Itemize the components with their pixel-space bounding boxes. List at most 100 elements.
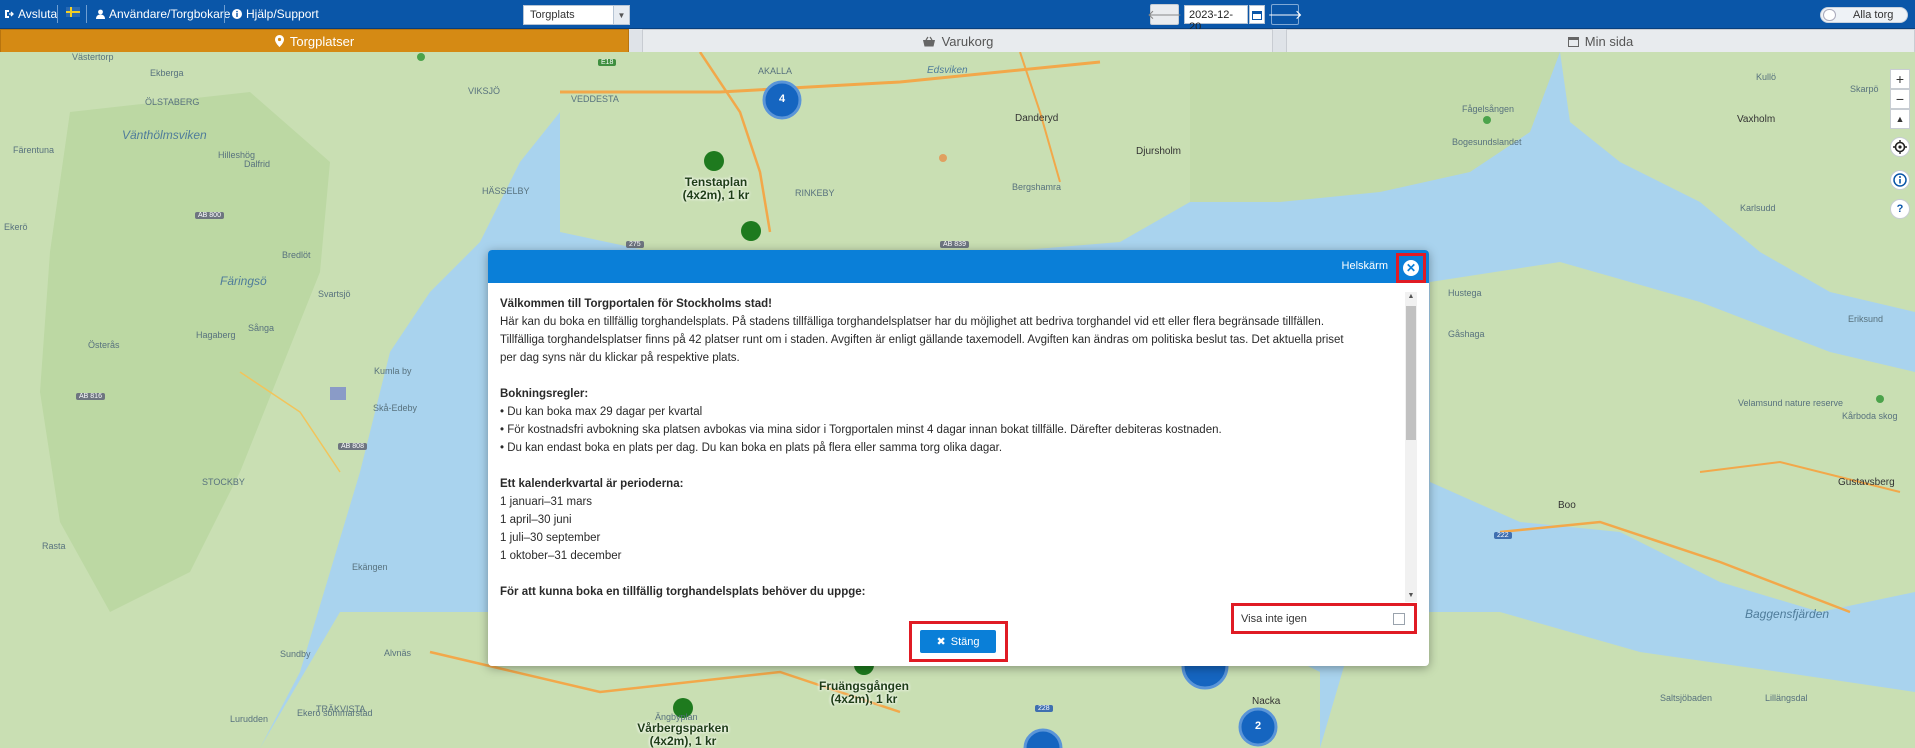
next-date-button[interactable]: 🡒 (1268, 4, 1302, 25)
map-label: Saltsjöbaden (1660, 693, 1713, 703)
close-button-highlight: ✖ Stäng (909, 621, 1008, 662)
map-label: Hagaberg (196, 330, 236, 340)
dialog-scrollbar[interactable]: ▲ ▼ (1405, 292, 1417, 602)
map-label: Gåshaga (1448, 329, 1485, 339)
help-label: Hjälp/Support (246, 7, 319, 21)
info-icon (1893, 173, 1907, 187)
marker-label[interactable]: Tenstaplan (4x2m), 1 kr (668, 176, 764, 202)
crosshair-icon (1893, 140, 1907, 154)
user-menu-link[interactable]: Användare/Torgbokare (96, 7, 230, 21)
requirements-title: För att kunna boka en tillfällig torghan… (500, 586, 866, 598)
zoom-out-button[interactable]: − (1890, 89, 1910, 109)
main-tabs: Torgplatser Varukorg Min sida (0, 29, 1915, 52)
fullscreen-button[interactable]: Helskärm (1342, 260, 1388, 272)
map-label: Ekberga (150, 68, 184, 78)
tab-varukorg[interactable]: Varukorg (642, 29, 1273, 52)
calendar-icon (1567, 36, 1579, 47)
scroll-up-icon[interactable]: ▲ (1406, 293, 1416, 303)
quarter-item: 1 april–30 juni (500, 514, 572, 526)
map-label: HÄSSELBY (482, 186, 530, 196)
tab-torgplatser[interactable]: Torgplatser (0, 29, 629, 52)
date-input[interactable]: 2023-12-20 (1184, 5, 1248, 33)
map-label: Djursholm (1136, 146, 1182, 157)
dont-show-again-option[interactable]: Visa inte igen (1231, 603, 1417, 634)
quarter-item: 1 januari–31 mars (500, 496, 593, 508)
cluster-count[interactable]: 2 (1250, 720, 1266, 732)
marker-label[interactable]: Fruängsgången (4x2m), 1 kr (812, 680, 916, 706)
map-label: Karlsudd (1740, 203, 1776, 213)
road-sign: AB 839 (940, 241, 969, 248)
road-sign: 222 (1494, 532, 1512, 539)
map-label: Danderyd (1015, 113, 1059, 124)
scroll-down-icon[interactable]: ▼ (1406, 592, 1416, 602)
map-label: Bogesundslandet (1452, 137, 1522, 147)
user-menu-label: Användare/Torgbokare (109, 7, 231, 21)
previous-date-button[interactable]: 🡐 (1147, 4, 1182, 25)
map-label: Sånga (248, 323, 275, 333)
map-label: Österås (88, 340, 120, 350)
road-sign: AB 816 (76, 393, 105, 400)
dont-show-again-checkbox[interactable] (1393, 613, 1405, 625)
topbar-divider (57, 5, 58, 23)
road-sign: 275 (626, 241, 644, 248)
map-label: Lillängsdal (1765, 693, 1808, 703)
quarters-title: Ett kalenderkvartal är perioderna: (500, 478, 684, 490)
place-type-select[interactable]: Torgplats ▼ (523, 5, 630, 25)
map-label: Boo (1558, 500, 1576, 511)
map-label: Lurudden (230, 714, 269, 724)
minus-icon: − (1895, 91, 1905, 107)
map-label: Kullö (1756, 72, 1777, 82)
compass-icon: ▲ (1895, 114, 1905, 124)
rule-item: • Du kan boka max 29 dagar per kvartal (500, 406, 703, 418)
map-label: Kumla by (374, 366, 412, 376)
dialog-content: Välkommen till Torgportalen för Stockhol… (500, 295, 1380, 602)
help-link[interactable]: Hjälp/Support (232, 7, 319, 21)
quarter-item: 1 oktober–31 december (500, 550, 622, 562)
logout-icon (5, 10, 14, 18)
map-label: Bergshamra (1012, 182, 1062, 192)
all-markets-toggle[interactable]: Alla torg (1820, 7, 1908, 23)
zoom-in-button[interactable]: + (1890, 69, 1910, 89)
locate-button[interactable] (1890, 137, 1910, 157)
road-sign: AB 808 (338, 443, 367, 450)
help-button[interactable]: ? (1890, 199, 1910, 219)
shopping-basket-icon (922, 36, 935, 46)
map-label: Alvnäs (384, 648, 412, 658)
map-label: RINKEBY (795, 188, 835, 198)
map-label: Rasta (42, 541, 66, 551)
map-label: Gustavsberg (1838, 477, 1895, 488)
dont-show-again-label: Visa inte igen (1241, 613, 1307, 625)
rule-item: • För kostnadsfri avbokning ska platsen … (500, 424, 1222, 436)
map-label: AKALLA (758, 66, 793, 76)
dialog-header: Helskärm ✕ (488, 250, 1429, 283)
water-label: Edsviken (927, 65, 968, 76)
close-button[interactable]: ✖ Stäng (920, 630, 996, 653)
close-dialog-button[interactable]: ✕ (1396, 253, 1426, 283)
topbar-divider (224, 5, 225, 23)
topbar-divider (86, 5, 87, 23)
scroll-thumb[interactable] (1406, 306, 1416, 440)
logout-link[interactable]: Avsluta (4, 7, 57, 21)
intro-text: per dag syns när du klickar på respektiv… (500, 352, 740, 364)
info-button[interactable] (1890, 170, 1910, 190)
language-flag[interactable] (66, 7, 80, 17)
map-label: Ekerö (4, 222, 28, 232)
welcome-title: Välkommen till Torgportalen för Stockhol… (500, 298, 772, 310)
place-type-value: Torgplats (530, 9, 575, 21)
road-sign: E18 (598, 59, 617, 66)
marker-label[interactable]: Vårbergsparken (4x2m), 1 kr (630, 722, 736, 748)
map-marker-icon (274, 35, 284, 47)
rules-title: Bokningsregler: (500, 388, 589, 400)
tab-label: Torgplatser (289, 33, 355, 49)
reset-north-button[interactable]: ▲ (1890, 109, 1910, 129)
water-label: Vänthölmsviken (122, 128, 207, 142)
calendar-button[interactable] (1249, 5, 1265, 24)
arrow-left-icon: 🡐 (1147, 6, 1182, 22)
map-label: VEDDESTA (571, 94, 619, 104)
tab-min-sida[interactable]: Min sida (1286, 29, 1915, 52)
map-label: Kårboda skog (1842, 411, 1898, 421)
cluster-count[interactable]: 4 (774, 93, 790, 105)
map-label: Fågelsången (1462, 104, 1515, 114)
map-label: Vaxholm (1737, 114, 1776, 125)
tab-label: Varukorg (941, 33, 994, 49)
